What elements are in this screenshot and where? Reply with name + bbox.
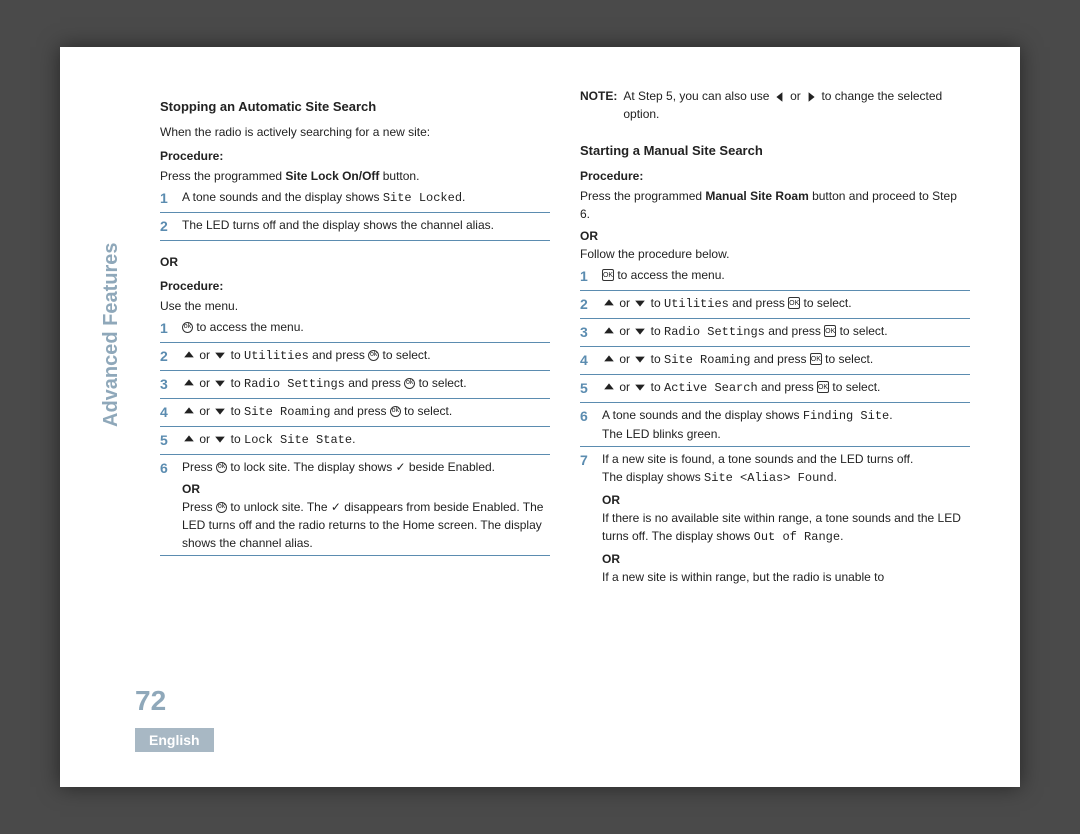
start-manual-search-heading: Starting a Manual Site Search — [580, 141, 970, 161]
or-divider: OR — [580, 227, 970, 245]
step-text: or to Lock Site State. — [182, 430, 550, 449]
ok-button-icon: OK — [824, 325, 836, 337]
page-number: 72 — [135, 685, 166, 717]
left-arrow-icon — [774, 91, 786, 103]
step-number: 6 — [160, 458, 182, 479]
step-text: A tone sounds and the display shows Find… — [602, 406, 970, 443]
ok-circle-icon: ok — [404, 378, 415, 389]
manual-page: Stopping an Automatic Site Search When t… — [60, 47, 1020, 787]
up-arrow-icon — [183, 349, 195, 361]
note-block: NOTE: At Step 5, you can also use or to … — [580, 87, 970, 123]
up-arrow-icon — [183, 433, 195, 445]
ok-circle-icon: ok — [216, 502, 227, 513]
step-text: ok to access the menu. — [182, 318, 550, 336]
procedure-text: Press the programmed Manual Site Roam bu… — [580, 187, 970, 223]
step-text: or to Radio Settings and press OK to sel… — [602, 322, 970, 341]
step-text: The LED turns off and the display shows … — [182, 216, 550, 234]
content-columns: Stopping an Automatic Site Search When t… — [110, 87, 970, 677]
ok-button-icon: OK — [810, 353, 822, 365]
step-number: 2 — [580, 294, 602, 315]
down-arrow-icon — [214, 349, 226, 361]
menu-step: 3 or to Radio Settings and press ok to s… — [160, 371, 550, 399]
or-divider: OR — [182, 480, 550, 498]
left-column: Stopping an Automatic Site Search When t… — [160, 87, 550, 677]
step-row: 7 If a new site is found, a tone sounds … — [580, 447, 970, 589]
up-arrow-icon — [603, 381, 615, 393]
menu-step: 5 or to Lock Site State. — [160, 427, 550, 455]
step-number: 5 — [580, 378, 602, 399]
step-number: 4 — [580, 350, 602, 371]
step-row: 4 or to Site Roaming and press OK to sel… — [580, 347, 970, 375]
up-arrow-icon — [183, 405, 195, 417]
step-row: 1 A tone sounds and the display shows Si… — [160, 185, 550, 213]
or-divider: OR — [602, 491, 970, 509]
ok-circle-icon: ok — [390, 406, 401, 417]
step-text: or to Active Search and press OK to sele… — [602, 378, 970, 397]
or-divider: OR — [160, 253, 550, 271]
step-row: 6 A tone sounds and the display shows Fi… — [580, 403, 970, 447]
up-arrow-icon — [603, 353, 615, 365]
language-tab: English — [135, 728, 214, 752]
ok-circle-icon: ok — [368, 350, 379, 361]
intro-text: When the radio is actively searching for… — [160, 123, 550, 141]
step-text: or to Site Roaming and press OK to selec… — [602, 350, 970, 369]
step-number: 5 — [160, 430, 182, 451]
step-row: 1 OK to access the menu. — [580, 263, 970, 291]
step-number: 6 — [580, 406, 602, 427]
or-divider: OR — [602, 550, 970, 568]
procedure-label: Procedure: — [160, 277, 550, 295]
right-column: NOTE: At Step 5, you can also use or to … — [580, 87, 970, 677]
step-number: 1 — [160, 188, 182, 209]
step-text: or to Site Roaming and press ok to selec… — [182, 402, 550, 421]
step-row: 2 The LED turns off and the display show… — [160, 213, 550, 241]
down-arrow-icon — [214, 433, 226, 445]
step-row: 5 or to Active Search and press OK to se… — [580, 375, 970, 403]
step-text: or to Utilities and press OK to select. — [602, 294, 970, 313]
menu-step: 6 Press ok to lock site. The display sho… — [160, 455, 550, 556]
step-text: Press ok to lock site. The display shows… — [182, 458, 550, 552]
step-row: 2 or to Utilities and press OK to select… — [580, 291, 970, 319]
step-text: A tone sounds and the display shows Site… — [182, 188, 550, 207]
down-arrow-icon — [214, 377, 226, 389]
step-number: 1 — [580, 266, 602, 287]
step-number: 1 — [160, 318, 182, 339]
step-text: If a new site is found, a tone sounds an… — [602, 450, 970, 586]
step-number: 3 — [160, 374, 182, 395]
down-arrow-icon — [634, 325, 646, 337]
step-number: 2 — [160, 216, 182, 237]
follow-procedure-text: Follow the procedure below. — [580, 245, 970, 263]
step-text: OK to access the menu. — [602, 266, 970, 284]
ok-button-icon: OK — [602, 269, 614, 281]
step-text: or to Radio Settings and press ok to sel… — [182, 374, 550, 393]
stop-auto-search-heading: Stopping an Automatic Site Search — [160, 97, 550, 117]
step-row: 3 or to Radio Settings and press OK to s… — [580, 319, 970, 347]
down-arrow-icon — [634, 297, 646, 309]
procedure-1-text: Press the programmed Site Lock On/Off bu… — [160, 167, 550, 185]
section-sidebar-label: Advanced Features — [100, 242, 123, 427]
step-number: 4 — [160, 402, 182, 423]
use-menu-text: Use the menu. — [160, 297, 550, 315]
menu-step: 2 or to Utilities and press ok to select… — [160, 343, 550, 371]
menu-step: 4 or to Site Roaming and press ok to sel… — [160, 399, 550, 427]
procedure-label: Procedure: — [580, 167, 970, 185]
step-number: 2 — [160, 346, 182, 367]
ok-button-icon: OK — [817, 381, 829, 393]
step-number: 7 — [580, 450, 602, 471]
up-arrow-icon — [603, 297, 615, 309]
procedure-label: Procedure: — [160, 147, 550, 165]
down-arrow-icon — [634, 381, 646, 393]
right-arrow-icon — [805, 91, 817, 103]
step-text: or to Utilities and press ok to select. — [182, 346, 550, 365]
ok-button-icon: OK — [788, 297, 800, 309]
menu-step: 1 ok to access the menu. — [160, 315, 550, 343]
ok-circle-icon: ok — [216, 462, 227, 473]
down-arrow-icon — [214, 405, 226, 417]
up-arrow-icon — [183, 377, 195, 389]
step-number: 3 — [580, 322, 602, 343]
down-arrow-icon — [634, 353, 646, 365]
ok-circle-icon: ok — [182, 322, 193, 333]
up-arrow-icon — [603, 325, 615, 337]
